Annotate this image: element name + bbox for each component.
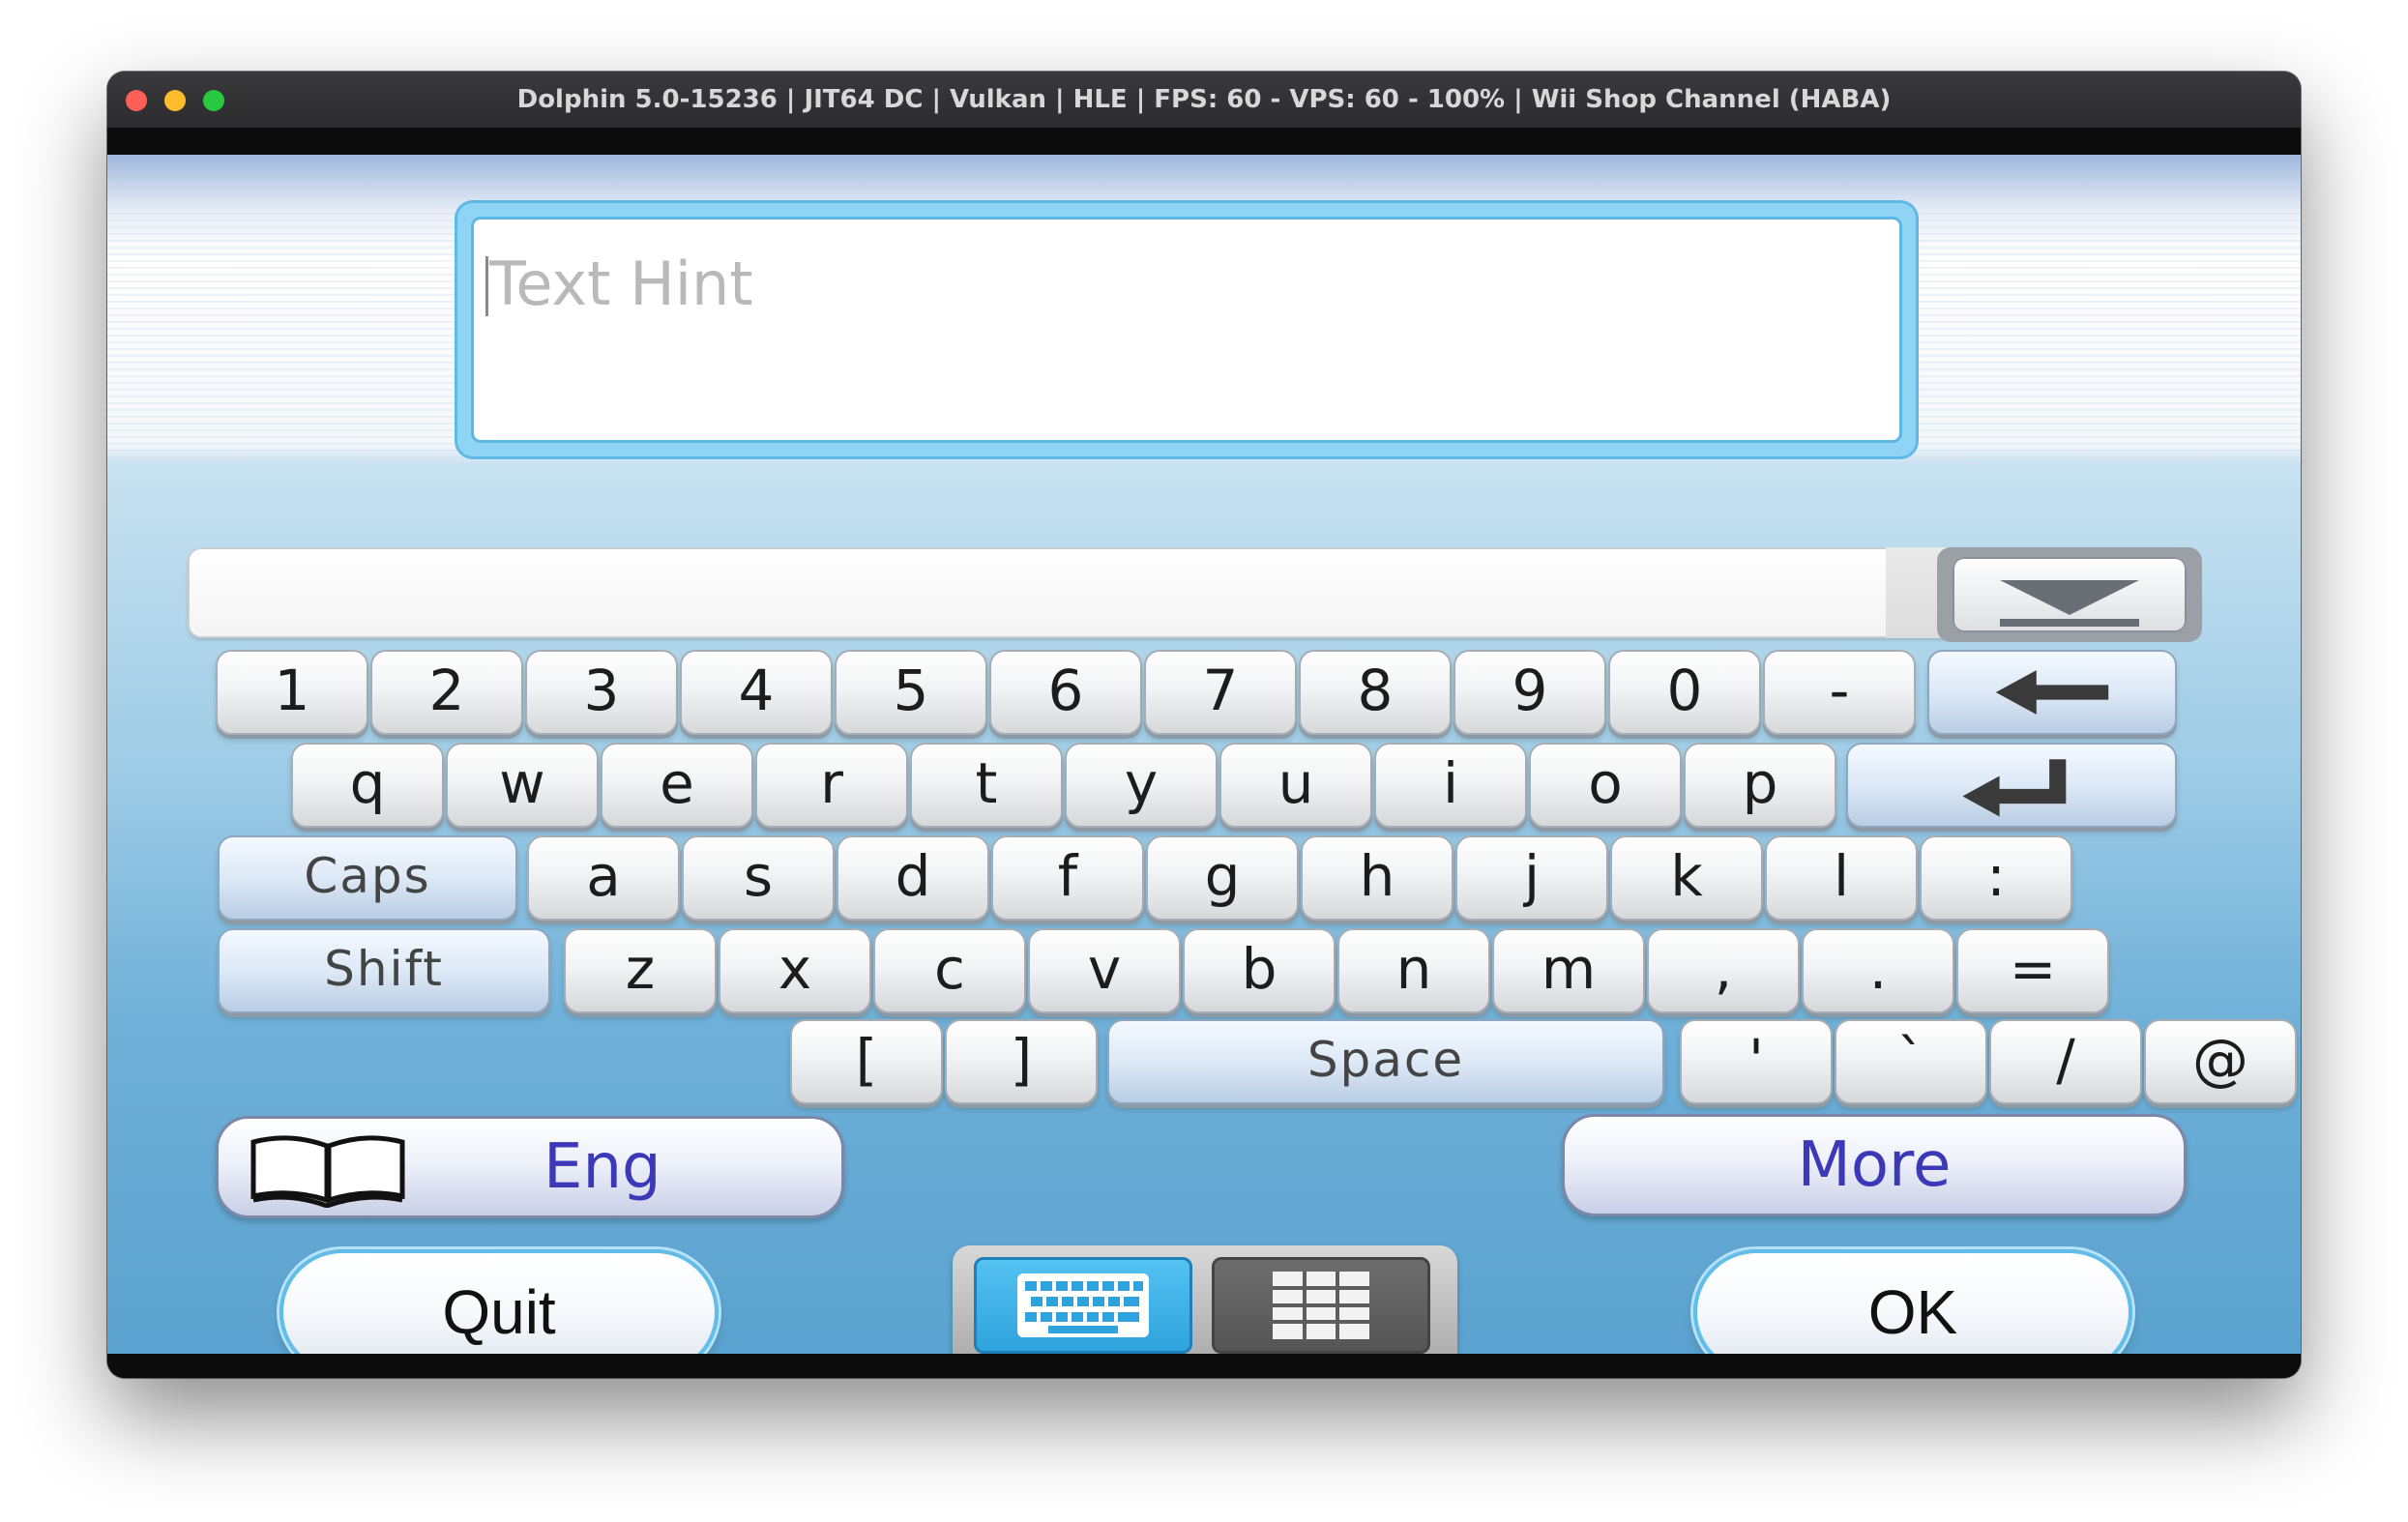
suggestion-dropdown-button[interactable] [1937,547,2202,642]
key-o[interactable]: o [1529,743,1682,828]
key-8[interactable]: 8 [1299,650,1452,735]
backspace-key[interactable] [1927,650,2177,735]
key-z[interactable]: z [564,928,717,1013]
language-button[interactable]: Eng [216,1116,844,1218]
shift-key[interactable]: Shift [218,928,550,1013]
title-bar: Dolphin 5.0-15236 | JIT64 DC | Vulkan | … [107,72,2301,129]
key-j[interactable]: j [1455,835,1608,921]
key-comma[interactable]: , [1647,928,1800,1013]
key-x[interactable]: x [719,928,871,1013]
key-h[interactable]: h [1301,835,1454,921]
key-1[interactable]: 1 [216,650,368,735]
keyboard-icon [1017,1273,1149,1337]
key-9[interactable]: 9 [1454,650,1606,735]
key-backtick[interactable]: ` [1835,1019,1987,1104]
key-d[interactable]: d [837,835,989,921]
text-caret [485,256,488,316]
keyboard-mode-button[interactable] [974,1257,1192,1354]
key-equals[interactable]: = [1956,928,2109,1013]
key-left-bracket[interactable]: [ [790,1019,943,1104]
key-v[interactable]: v [1028,928,1181,1013]
key-y[interactable]: y [1065,743,1218,828]
enter-key[interactable] [1846,743,2177,828]
suggestion-bar[interactable] [188,547,2191,638]
text-hint-placeholder: Text Hint [489,249,753,319]
key-4[interactable]: 4 [680,650,833,735]
letterbox-top [107,128,2301,155]
key-5[interactable]: 5 [835,650,987,735]
key-i[interactable]: i [1374,743,1527,828]
key-c[interactable]: c [873,928,1026,1013]
key-t[interactable]: t [910,743,1063,828]
window-title: Dolphin 5.0-15236 | JIT64 DC | Vulkan | … [516,85,1892,114]
key-apostrophe[interactable]: ' [1680,1019,1833,1104]
language-button-label: Eng [543,1131,661,1203]
more-button-label: More [1797,1129,1952,1201]
letterbox-bottom [107,1354,2301,1378]
return-arrow-icon [1962,759,2067,817]
key-k[interactable]: k [1610,835,1763,921]
key-7[interactable]: 7 [1144,650,1297,735]
grid-icon [1273,1272,1369,1339]
left-arrow-icon [1995,670,2109,715]
key-2[interactable]: 2 [370,650,523,735]
key-a[interactable]: a [527,835,680,921]
key-e[interactable]: e [601,743,753,828]
emulator-window: Dolphin 5.0-15236 | JIT64 DC | Vulkan | … [107,72,2301,1378]
text-input-frame[interactable]: Text Hint [457,203,1916,456]
key-6[interactable]: 6 [989,650,1142,735]
key-minus[interactable]: - [1763,650,1916,735]
text-input[interactable]: Text Hint [471,217,1902,443]
key-colon[interactable]: : [1920,835,2072,921]
wii-keyboard-screen: Text Hint 1 2 3 4 5 6 7 8 9 0 - q w e r … [107,155,2301,1375]
space-key[interactable]: Space [1107,1019,1664,1104]
key-3[interactable]: 3 [525,650,678,735]
key-0[interactable]: 0 [1608,650,1761,735]
key-slash[interactable]: / [1989,1019,2142,1104]
key-w[interactable]: w [446,743,599,828]
key-p[interactable]: p [1684,743,1836,828]
key-q[interactable]: q [291,743,444,828]
grid-mode-button[interactable] [1212,1257,1430,1354]
key-s[interactable]: s [682,835,835,921]
input-mode-toggle [953,1245,1457,1369]
key-at[interactable]: @ [2144,1019,2297,1104]
key-f[interactable]: f [991,835,1144,921]
key-g[interactable]: g [1146,835,1299,921]
key-period[interactable]: . [1802,928,1954,1013]
key-u[interactable]: u [1219,743,1372,828]
caps-key[interactable]: Caps [218,835,517,921]
more-button[interactable]: More [1562,1114,2187,1216]
key-m[interactable]: m [1492,928,1645,1013]
open-book-icon [250,1135,405,1208]
key-right-bracket[interactable]: ] [945,1019,1098,1104]
key-r[interactable]: r [755,743,908,828]
key-n[interactable]: n [1337,928,1490,1013]
dropdown-arrow-icon [1953,557,2187,632]
key-l[interactable]: l [1765,835,1918,921]
key-b[interactable]: b [1183,928,1336,1013]
